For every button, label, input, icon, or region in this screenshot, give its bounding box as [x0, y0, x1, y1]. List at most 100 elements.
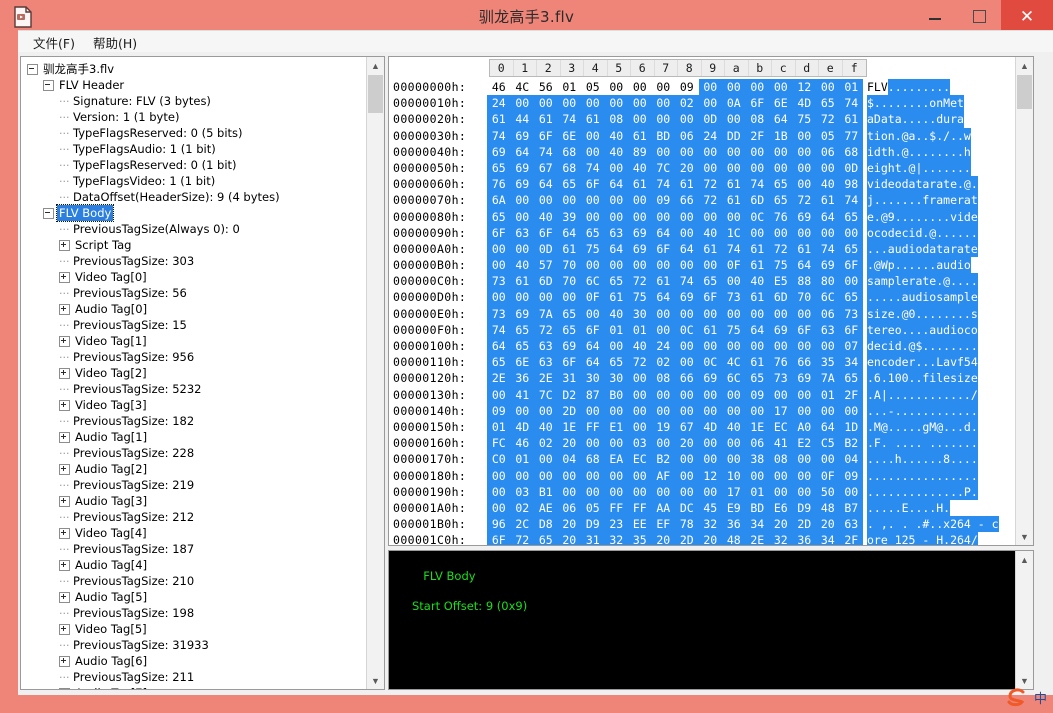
- hex-byte[interactable]: 74: [534, 143, 558, 160]
- hex-byte[interactable]: 73: [839, 305, 863, 322]
- hex-byte[interactable]: 72: [816, 111, 840, 128]
- hex-byte[interactable]: 73: [722, 289, 746, 306]
- hex-byte[interactable]: 2D: [792, 516, 816, 533]
- hex-byte[interactable]: 00: [628, 370, 652, 387]
- tree-node[interactable]: ··· PreviousTagSize(Always 0): 0: [21, 221, 368, 237]
- hex-byte[interactable]: 69: [510, 176, 534, 193]
- hex-byte[interactable]: 2F: [745, 127, 769, 144]
- hex-byte[interactable]: 69: [557, 338, 581, 355]
- hex-byte[interactable]: 61: [839, 111, 863, 128]
- hex-byte[interactable]: 64: [581, 354, 605, 371]
- hex-byte[interactable]: 00: [581, 257, 605, 274]
- hex-byte[interactable]: 6F: [534, 224, 558, 241]
- hex-byte[interactable]: 00: [604, 159, 628, 177]
- hex-byte[interactable]: 74: [487, 127, 511, 144]
- hex-byte[interactable]: 01: [487, 418, 511, 436]
- hex-byte[interactable]: 7A: [534, 305, 558, 322]
- hex-byte[interactable]: 20: [675, 435, 699, 452]
- hex-row[interactable]: 000000D0h: 00 00 00 00 0F 61 75 64 69 6F 73 61 6D 70 6C…: [389, 289, 863, 306]
- hex-byte[interactable]: 7C: [534, 386, 558, 403]
- hex-byte[interactable]: 69: [628, 224, 652, 241]
- hex-byte[interactable]: 35: [628, 532, 652, 545]
- ascii-row[interactable]: samplerate.@....: [867, 273, 999, 290]
- hex-byte[interactable]: 72: [628, 273, 652, 290]
- hex-byte[interactable]: 07: [839, 338, 863, 355]
- hex-byte[interactable]: 00: [581, 192, 605, 209]
- hex-row[interactable]: 00000170h: C0 01 00 04 68 EA EC B2 00 00 00 38 08 00 00…: [389, 451, 863, 468]
- hex-byte[interactable]: 72: [698, 176, 722, 193]
- hex-byte[interactable]: 24: [487, 95, 511, 112]
- hex-byte[interactable]: 00: [581, 483, 605, 500]
- hex-ascii-column[interactable]: FLV......... $........onMet aData.....dura…: [867, 79, 999, 545]
- hex-byte[interactable]: 69: [628, 240, 652, 258]
- hex-byte[interactable]: 00: [816, 79, 840, 96]
- hex-byte[interactable]: 64: [604, 176, 628, 193]
- hex-byte[interactable]: 00: [722, 451, 746, 468]
- tree-vertical-scrollbar[interactable]: ▲ ▼: [366, 57, 384, 689]
- hex-row[interactable]: 00000150h: 01 4D 40 1E FF E1 00 19 67 4D 40 1E EC A0 64…: [389, 418, 863, 436]
- hex-byte[interactable]: 45: [698, 499, 722, 517]
- tree-node[interactable]: ··· Signature: FLV (3 bytes): [21, 93, 368, 109]
- hex-byte[interactable]: 00: [769, 143, 793, 160]
- hex-byte[interactable]: 1E: [557, 418, 581, 436]
- hex-byte[interactable]: 63: [604, 224, 628, 241]
- hex-byte[interactable]: 87: [581, 386, 605, 403]
- hex-byte[interactable]: 00: [581, 402, 605, 419]
- hex-byte[interactable]: 00: [487, 240, 511, 258]
- hex-row[interactable]: 00000160h: FC 46 02 20 00 00 03 00 20 00 00 06 41 E2 C5…: [389, 435, 863, 452]
- hex-byte[interactable]: 65: [557, 305, 581, 322]
- hex-row[interactable]: 00000190h: 00 03 B1 00 00 00 00 00 00 00 17 01 00 00 50…: [389, 483, 863, 500]
- hex-row[interactable]: 00000060h: 76 69 64 65 6F 64 61 74 61 72 61 74 65 00 40…: [389, 176, 863, 193]
- hex-byte[interactable]: 00: [675, 451, 699, 468]
- hex-byte[interactable]: 00: [722, 435, 746, 452]
- hex-byte[interactable]: 64: [745, 321, 769, 339]
- hex-byte[interactable]: 00: [769, 305, 793, 322]
- hex-byte[interactable]: 6D: [534, 273, 558, 290]
- hex-byte[interactable]: 00: [745, 305, 769, 322]
- hex-byte[interactable]: 00: [816, 224, 840, 241]
- hex-byte[interactable]: 00: [534, 402, 558, 419]
- hex-row[interactable]: 000001A0h: 00 02 AE 06 05 FF FF AA DC 45 E9 BD E6 D9 48…: [389, 499, 863, 517]
- hex-byte[interactable]: 00: [581, 208, 605, 225]
- hex-byte[interactable]: 6F: [745, 95, 769, 112]
- hex-byte[interactable]: 00: [651, 402, 675, 419]
- hex-byte[interactable]: 08: [604, 111, 628, 128]
- hex-byte[interactable]: 69: [510, 305, 534, 322]
- hex-byte[interactable]: 4D: [698, 418, 722, 436]
- hex-byte[interactable]: 70: [557, 257, 581, 274]
- hex-byte[interactable]: 48: [722, 532, 746, 545]
- hex-byte[interactable]: 00: [769, 338, 793, 355]
- hex-byte[interactable]: 63: [534, 354, 558, 371]
- hex-byte[interactable]: 00: [698, 208, 722, 225]
- ascii-row[interactable]: . ,. . .#..x264 - c: [867, 516, 999, 533]
- hex-byte[interactable]: 00: [745, 224, 769, 241]
- hex-byte[interactable]: 65: [581, 224, 605, 241]
- hex-byte[interactable]: 09: [487, 402, 511, 419]
- hex-byte[interactable]: 2C: [510, 516, 534, 533]
- hex-row[interactable]: 00000040h: 69 64 74 68 00 40 89 00 00 00 00 00 00 00 06…: [389, 143, 863, 160]
- hex-byte[interactable]: 01: [604, 321, 628, 339]
- hex-byte[interactable]: 01: [510, 451, 534, 468]
- hex-row[interactable]: 00000120h: 2E 36 2E 31 30 30 00 08 66 69 6C 65 73 69 7A…: [389, 370, 863, 387]
- hex-byte[interactable]: 20: [769, 516, 793, 533]
- hex-row[interactable]: 00000030h: 74 69 6F 6E 00 40 61 BD 06 24 DD 2F 1B 00 05…: [389, 127, 863, 144]
- hex-byte[interactable]: 08: [769, 451, 793, 468]
- hex-byte[interactable]: 65: [745, 370, 769, 387]
- hex-byte[interactable]: 65: [839, 370, 863, 387]
- hex-byte[interactable]: 00: [675, 467, 699, 484]
- hex-byte[interactable]: 40: [534, 418, 558, 436]
- hex-byte[interactable]: 06: [557, 499, 581, 517]
- hex-byte[interactable]: 00: [698, 257, 722, 274]
- hex-byte[interactable]: 69: [816, 257, 840, 274]
- hex-byte[interactable]: 00: [651, 386, 675, 403]
- hex-byte[interactable]: 61: [651, 273, 675, 290]
- hex-byte[interactable]: 00: [792, 159, 816, 177]
- hex-byte[interactable]: 6D: [769, 289, 793, 306]
- hex-byte[interactable]: 04: [839, 451, 863, 468]
- hex-byte[interactable]: 0C: [675, 321, 699, 339]
- hex-byte[interactable]: 00: [604, 338, 628, 355]
- hex-byte[interactable]: 2F: [839, 386, 863, 403]
- hex-byte[interactable]: 20: [816, 516, 840, 533]
- hex-byte[interactable]: E1: [604, 418, 628, 436]
- hex-byte[interactable]: 7C: [651, 159, 675, 177]
